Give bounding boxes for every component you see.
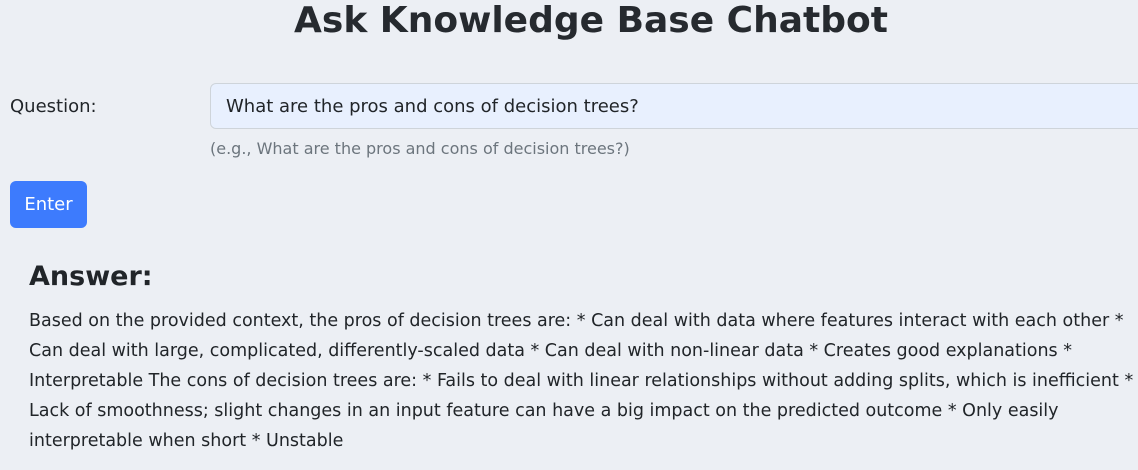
question-label: Question: bbox=[10, 96, 97, 117]
answer-heading: Answer: bbox=[29, 261, 153, 292]
question-input[interactable] bbox=[210, 83, 1138, 129]
page-title: Ask Knowledge Base Chatbot bbox=[294, 0, 888, 41]
question-help-text: (e.g., What are the pros and cons of dec… bbox=[210, 139, 630, 158]
answer-text: Based on the provided context, the pros … bbox=[29, 311, 1134, 451]
enter-button[interactable]: Enter bbox=[10, 181, 87, 228]
